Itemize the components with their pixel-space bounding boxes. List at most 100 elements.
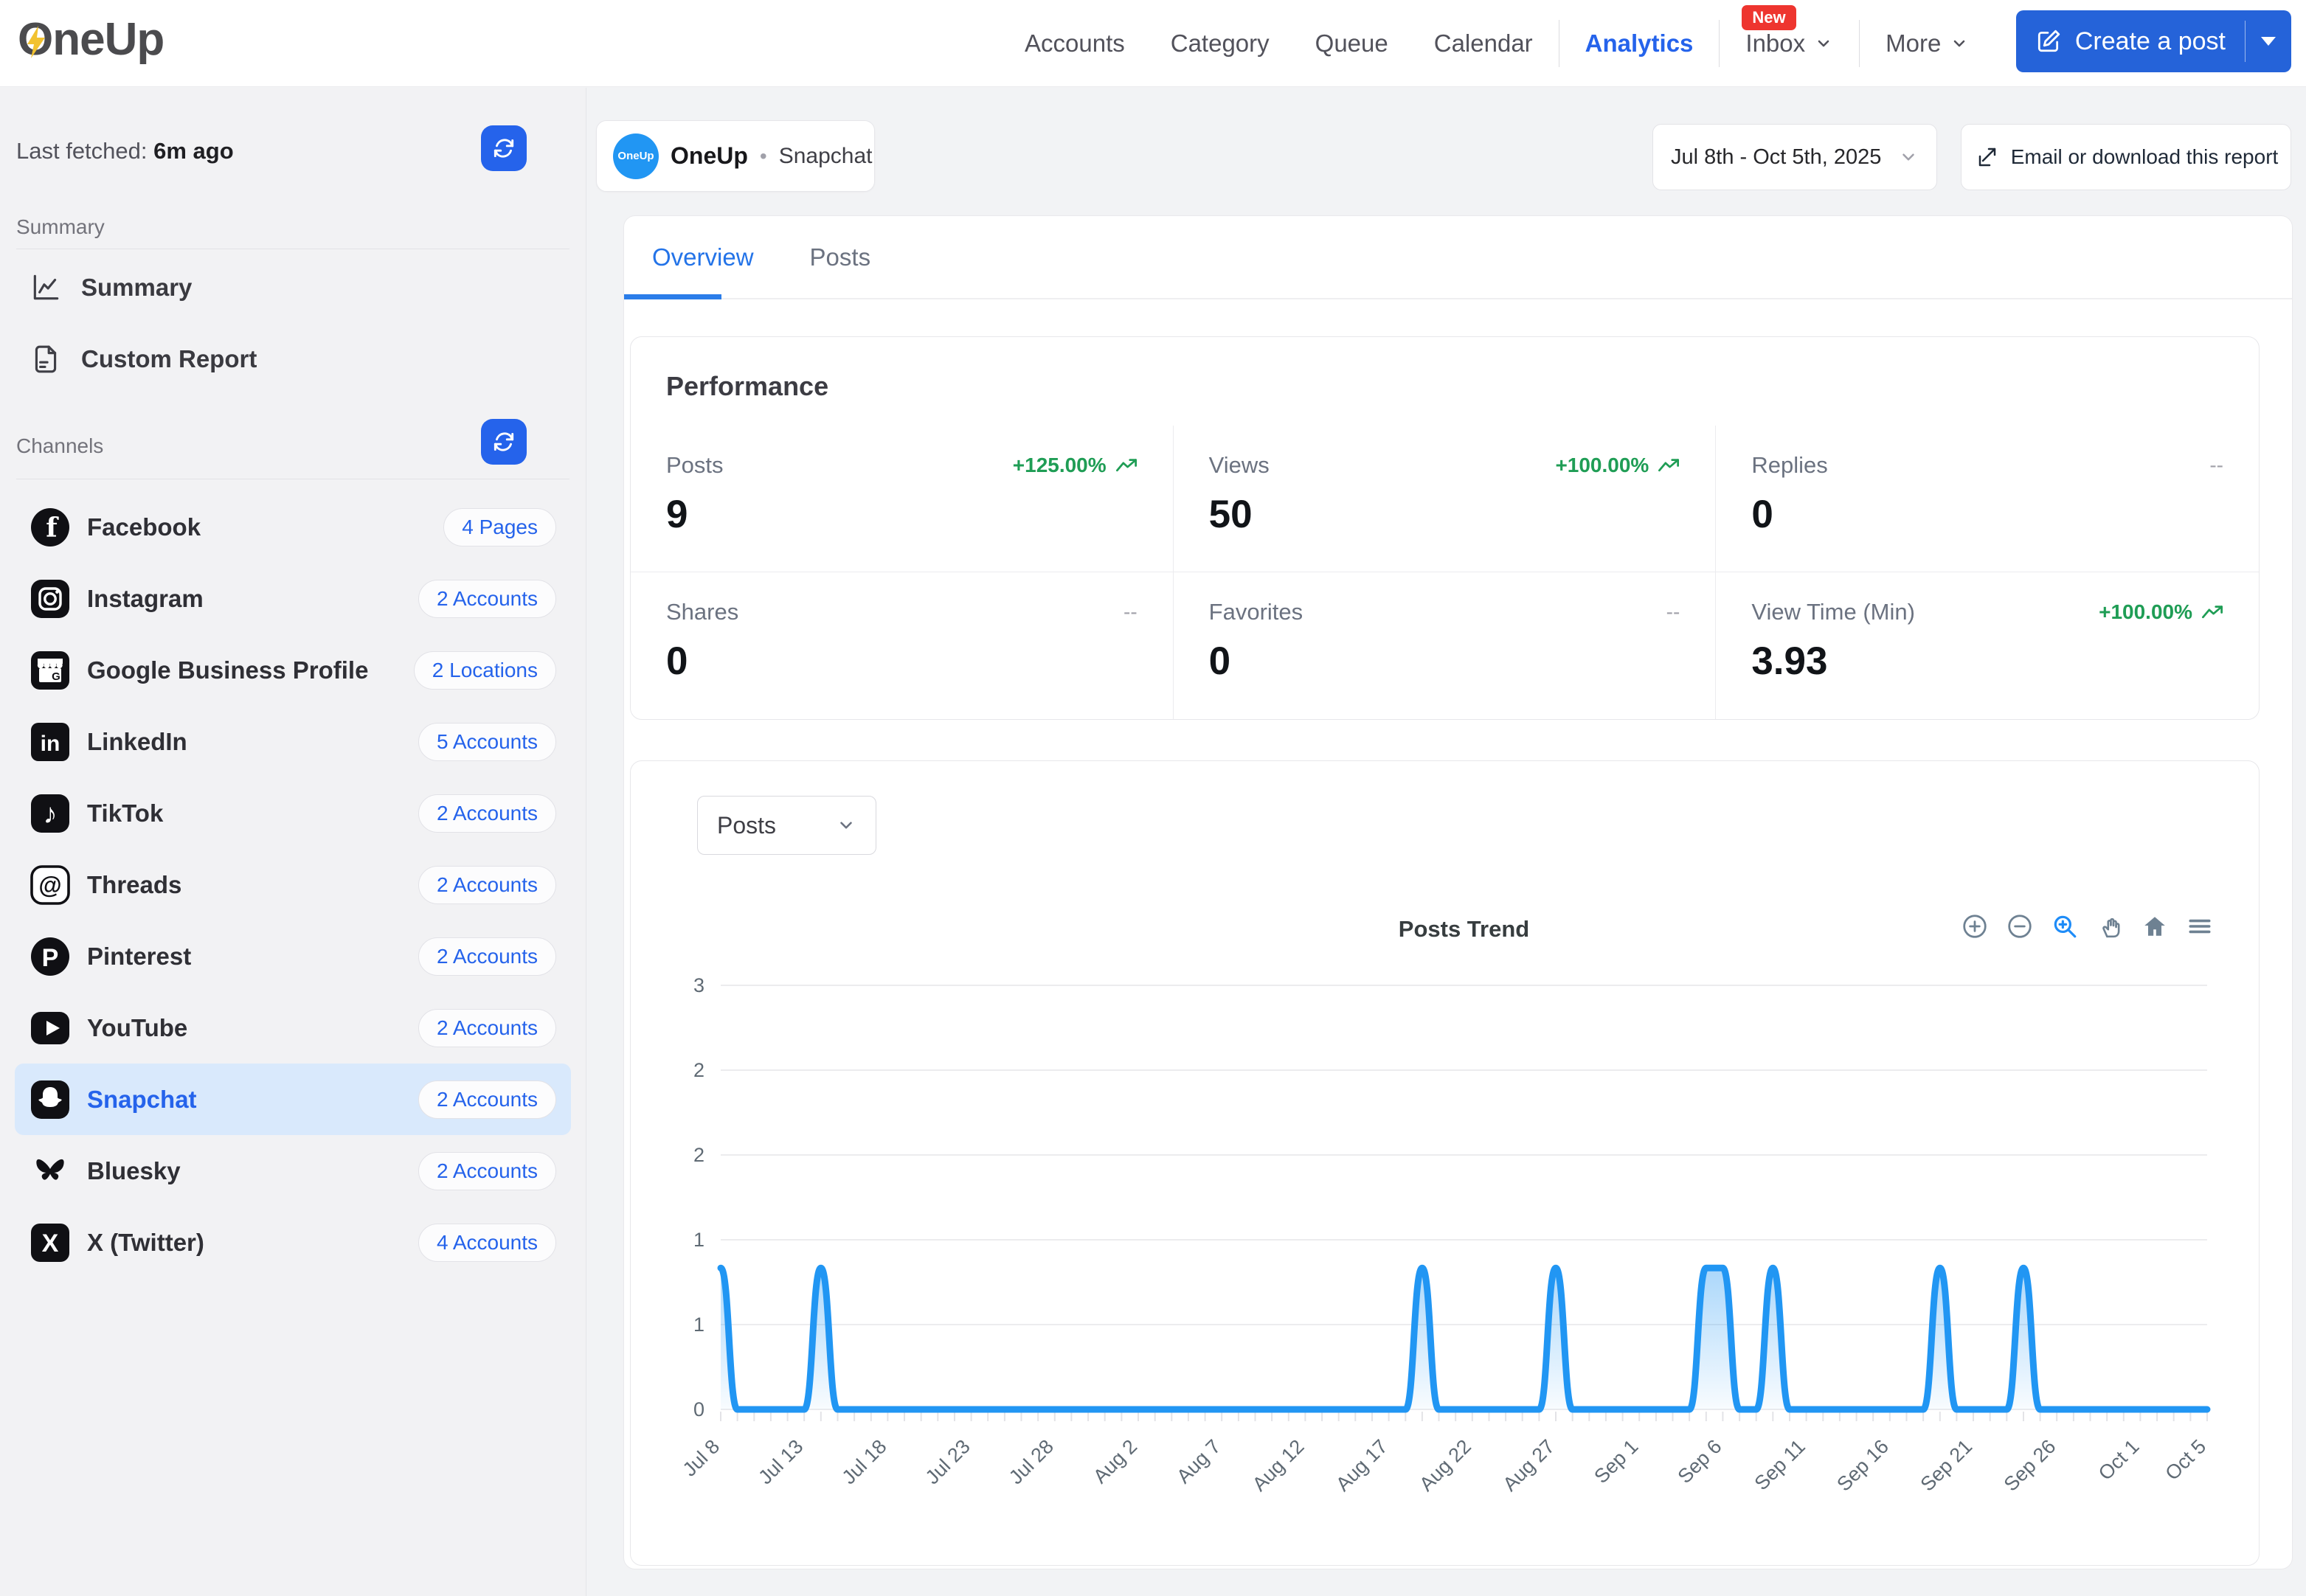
channel-count-badge: 2 Accounts	[418, 937, 556, 976]
svg-text:X: X	[42, 1229, 59, 1257]
chart-toolbar-pan-icon[interactable]	[2096, 913, 2123, 940]
sidebar-channel-x-twitter[interactable]: XX (Twitter)4 Accounts	[15, 1207, 571, 1278]
nav-item-category[interactable]: Category	[1148, 0, 1292, 87]
sidebar-channel-instagram[interactable]: Instagram2 Accounts	[15, 563, 571, 634]
top-navigation-bar: OneUp Accounts CategoryQueueCalendar Analy…	[0, 0, 2306, 87]
nav-item-analytics[interactable]: Analytics	[1562, 0, 1717, 87]
performance-title: Performance	[631, 337, 2259, 402]
sidebar-item-summary[interactable]: Summary	[0, 262, 586, 313]
sidebar-channel-google-business[interactable]: GGoogle Business Profile2 Locations	[15, 634, 571, 706]
svg-text:2: 2	[693, 1059, 704, 1081]
create-post-button[interactable]: Create a post	[2016, 10, 2245, 72]
channel-count-badge: 2 Accounts	[418, 866, 556, 904]
sidebar-item-custom-report[interactable]: Custom Report	[0, 333, 586, 385]
google-business-icon: G	[30, 650, 71, 691]
svg-text:G: G	[52, 670, 60, 683]
sidebar-item-label: Custom Report	[81, 345, 257, 373]
metric-label: Shares	[666, 599, 738, 625]
chart-toolbar-zoom-out-icon[interactable]	[2007, 913, 2033, 940]
chart-toolbar	[1962, 913, 2213, 940]
svg-text:@: @	[38, 872, 61, 898]
date-range-selector[interactable]: Jul 8th - Oct 5th, 2025	[1652, 124, 1937, 190]
nav-item-label: More	[1886, 30, 1941, 58]
account-avatar: OneUp	[613, 133, 659, 179]
caret-down-icon	[2260, 36, 2276, 46]
refresh-channels-button[interactable]	[481, 419, 527, 465]
metric-favorites: Favorites--0	[1174, 572, 1717, 719]
tab-posts[interactable]: Posts	[782, 216, 899, 298]
channel-label: Instagram	[87, 585, 204, 613]
svg-text:in: in	[41, 732, 60, 756]
overview-panel: Overview Posts Performance Posts+125.00%…	[623, 215, 2293, 1569]
posts-trend-chart[interactable]: 322110Jul 8Jul 13Jul 18Jul 23Jul 28Aug 2…	[631, 761, 2259, 1565]
metric-posts: Posts+125.00%9	[631, 426, 1174, 572]
posts-trend-plot: 322110Jul 8Jul 13Jul 18Jul 23Jul 28Aug 2…	[631, 761, 2260, 1566]
pan-icon	[2096, 913, 2123, 940]
pinterest-icon: P	[30, 936, 71, 977]
performance-card: Performance Posts+125.00%9Views+100.00%5…	[630, 336, 2260, 720]
oneup-logo[interactable]: OneUp	[18, 13, 164, 66]
svg-text:Sep 21: Sep 21	[1917, 1435, 1977, 1496]
svg-text:Oct 1: Oct 1	[2094, 1435, 2144, 1485]
svg-text:f: f	[46, 513, 59, 544]
chart-toolbar-home-icon[interactable]	[2141, 913, 2168, 940]
nav-item-label: Accounts	[1025, 30, 1125, 58]
svg-text:Oct 5: Oct 5	[2161, 1435, 2210, 1485]
chevron-down-icon	[1898, 147, 1919, 167]
chart-toolbar-menu-icon[interactable]	[2186, 913, 2213, 940]
sidebar-channel-youtube[interactable]: YouTube2 Accounts	[15, 992, 571, 1064]
sidebar-channel-snapchat[interactable]: Snapchat 2 Accounts	[15, 1064, 571, 1135]
metric-shares: Shares--0	[631, 572, 1174, 719]
channels-list: fFacebook4 PagesInstagram2 AccountsGGoog…	[0, 491, 586, 1278]
nav-item-label: Analytics	[1585, 30, 1694, 58]
sidebar-channel-facebook[interactable]: fFacebook4 Pages	[15, 491, 571, 563]
nav-item-inbox[interactable]: InboxNew	[1722, 0, 1856, 87]
account-selector[interactable]: OneUp OneUp • Snapchat	[596, 120, 875, 192]
chart-toolbar-selection-zoom-icon[interactable]	[2051, 913, 2078, 940]
export-report-label: Email or download this report	[2011, 145, 2279, 169]
metric-label: View Time (Min)	[1751, 599, 1915, 625]
metric-value: 0	[1751, 492, 2223, 537]
nav-item-calendar[interactable]: Calendar	[1411, 0, 1556, 87]
home-icon	[2141, 913, 2168, 940]
metric-value: 9	[666, 492, 1138, 537]
svg-text:Sep 6: Sep 6	[1674, 1435, 1726, 1488]
create-post-dropdown-caret[interactable]	[2246, 10, 2291, 72]
refresh-summary-button[interactable]	[481, 125, 527, 171]
channel-label: Pinterest	[87, 943, 191, 971]
snapchat-icon	[30, 1079, 71, 1120]
svg-text:Sep 26: Sep 26	[2000, 1435, 2060, 1496]
sidebar-channel-pinterest[interactable]: P Pinterest 2 Accounts	[15, 920, 571, 992]
tab-overview[interactable]: Overview	[624, 216, 782, 298]
channel-label: YouTube	[87, 1014, 187, 1042]
export-report-button[interactable]: Email or download this report	[1961, 124, 2291, 190]
channel-label: Snapchat	[87, 1086, 197, 1114]
nav-item-queue[interactable]: Queue	[1292, 0, 1411, 87]
svg-text:Jul 18: Jul 18	[837, 1435, 890, 1488]
sidebar-channel-linkedin[interactable]: inLinkedIn5 Accounts	[15, 706, 571, 777]
nav-item-accounts[interactable]: Accounts	[1002, 0, 1148, 87]
chart-metric-dropdown[interactable]: Posts	[697, 796, 876, 855]
metric-value: 3.93	[1751, 639, 2223, 684]
chevron-down-icon	[1814, 34, 1833, 53]
nav-item-more[interactable]: More	[1863, 0, 1992, 87]
summary-section-label: Summary	[16, 215, 105, 239]
create-post-label: Create a post	[2075, 27, 2226, 56]
svg-text:1: 1	[693, 1314, 704, 1336]
nav-item-label: Inbox	[1745, 30, 1805, 58]
sidebar-channel-threads[interactable]: @Threads2 Accounts	[15, 849, 571, 920]
channel-count-badge: 2 Accounts	[418, 1080, 556, 1119]
edit-pencil-icon	[2035, 28, 2062, 55]
sidebar-channel-tiktok[interactable]: ♪TikTok2 Accounts	[15, 777, 571, 849]
channel-count-badge: 2 Accounts	[418, 1152, 556, 1190]
chart-toolbar-zoom-in-icon[interactable]	[1962, 913, 1988, 940]
tiktok-icon: ♪	[30, 793, 71, 834]
metric-label: Views	[1209, 452, 1270, 479]
svg-text:♪: ♪	[44, 799, 58, 830]
sidebar-channel-bluesky[interactable]: Bluesky2 Accounts	[15, 1135, 571, 1207]
analytics-sidebar: Last fetched: 6m ago Summary SummaryCust…	[0, 88, 586, 1596]
nav-divider	[1859, 20, 1860, 67]
create-post-split-button[interactable]: Create a post	[2016, 10, 2291, 72]
channel-count-badge: 5 Accounts	[418, 723, 556, 761]
channel-label: Google Business Profile	[87, 656, 368, 684]
